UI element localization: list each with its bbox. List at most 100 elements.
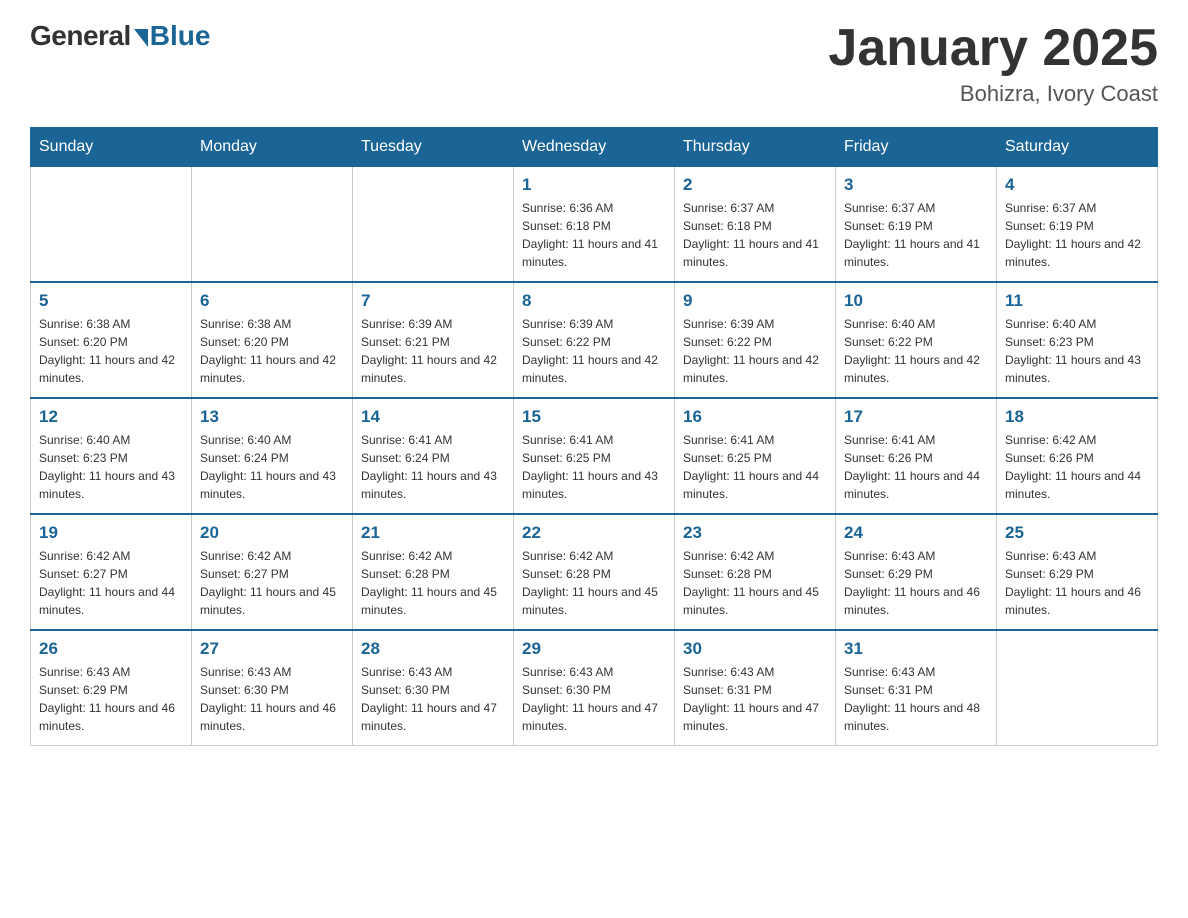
- calendar-day-cell: 21 Sunrise: 6:42 AM Sunset: 6:28 PM Dayli…: [353, 514, 514, 630]
- calendar-day-cell: 8Sunrise: 6:39 AM Sunset: 6:22 PM Daylig…: [514, 282, 675, 398]
- day-info: Sunrise: 6:40 AM Sunset: 6:23 PM Dayligh…: [39, 431, 183, 503]
- day-info: Sunrise: 6:43 AM Sunset: 6:31 PM Dayligh…: [683, 663, 827, 735]
- day-number: 27: [200, 639, 344, 659]
- day-number: 4: [1005, 175, 1149, 195]
- calendar-header-cell: Sunday: [31, 128, 192, 167]
- day-info: Sunrise: 6:41 AM Sunset: 6:24 PM Dayligh…: [361, 431, 505, 503]
- day-number: 2: [683, 175, 827, 195]
- calendar-day-cell: [353, 167, 514, 283]
- calendar-week-row: 5 Sunrise: 6:38 AM Sunset: 6:20 PM Daylig…: [31, 282, 1158, 398]
- day-number: 14: [361, 407, 505, 427]
- day-number: 5: [39, 291, 183, 311]
- day-info: Sunrise: 6:42 AM Sunset: 6:28 PM Dayligh…: [361, 547, 505, 619]
- day-number: 19: [39, 523, 183, 543]
- day-number: 26: [39, 639, 183, 659]
- calendar-day-cell: 18 Sunrise: 6:42 AM Sunset: 6:26 PM Dayli…: [997, 398, 1158, 514]
- calendar-day-cell: 24Sunrise: 6:43 AM Sunset: 6:29 PM Dayli…: [836, 514, 997, 630]
- calendar-header-cell: Saturday: [997, 128, 1158, 167]
- calendar-day-cell: 13 Sunrise: 6:40 AM Sunset: 6:24 PM Dayli…: [192, 398, 353, 514]
- day-number: 23: [683, 523, 827, 543]
- day-number: 31: [844, 639, 988, 659]
- calendar-day-cell: 20Sunrise: 6:42 AM Sunset: 6:27 PM Dayli…: [192, 514, 353, 630]
- logo: General Blue: [30, 20, 210, 52]
- day-number: 13: [200, 407, 344, 427]
- day-info: Sunrise: 6:38 AM Sunset: 6:20 PM Dayligh…: [200, 315, 344, 387]
- day-info: Sunrise: 6:41 AM Sunset: 6:25 PM Dayligh…: [522, 431, 666, 503]
- calendar-header-row: SundayMondayTuesdayWednesdayThursdayFrid…: [31, 128, 1158, 167]
- day-info: Sunrise: 6:42 AM Sunset: 6:28 PM Dayligh…: [683, 547, 827, 619]
- calendar-body: 1Sunrise: 6:36 AM Sunset: 6:18 PM Daylig…: [31, 167, 1158, 746]
- calendar-day-cell: 10 Sunrise: 6:40 AM Sunset: 6:22 PM Dayli…: [836, 282, 997, 398]
- calendar-day-cell: 9 Sunrise: 6:39 AM Sunset: 6:22 PM Daylig…: [675, 282, 836, 398]
- calendar-day-cell: 22 Sunrise: 6:42 AM Sunset: 6:28 PM Dayli…: [514, 514, 675, 630]
- day-info: Sunrise: 6:40 AM Sunset: 6:24 PM Dayligh…: [200, 431, 344, 503]
- day-info: Sunrise: 6:40 AM Sunset: 6:22 PM Dayligh…: [844, 315, 988, 387]
- calendar-day-cell: 30Sunrise: 6:43 AM Sunset: 6:31 PM Dayli…: [675, 630, 836, 746]
- day-number: 28: [361, 639, 505, 659]
- day-info: Sunrise: 6:38 AM Sunset: 6:20 PM Dayligh…: [39, 315, 183, 387]
- calendar-day-cell: 1Sunrise: 6:36 AM Sunset: 6:18 PM Daylig…: [514, 167, 675, 283]
- day-info: Sunrise: 6:42 AM Sunset: 6:26 PM Dayligh…: [1005, 431, 1149, 503]
- day-info: Sunrise: 6:42 AM Sunset: 6:27 PM Dayligh…: [39, 547, 183, 619]
- calendar-day-cell: 3 Sunrise: 6:37 AM Sunset: 6:19 PM Daylig…: [836, 167, 997, 283]
- title-section: January 2025 Bohizra, Ivory Coast: [828, 20, 1158, 107]
- calendar-day-cell: 16Sunrise: 6:41 AM Sunset: 6:25 PM Dayli…: [675, 398, 836, 514]
- day-info: Sunrise: 6:37 AM Sunset: 6:19 PM Dayligh…: [844, 199, 988, 271]
- day-number: 17: [844, 407, 988, 427]
- day-number: 22: [522, 523, 666, 543]
- day-number: 10: [844, 291, 988, 311]
- calendar-day-cell: 23 Sunrise: 6:42 AM Sunset: 6:28 PM Dayli…: [675, 514, 836, 630]
- day-number: 15: [522, 407, 666, 427]
- calendar-day-cell: 31Sunrise: 6:43 AM Sunset: 6:31 PM Dayli…: [836, 630, 997, 746]
- calendar-day-cell: [997, 630, 1158, 746]
- calendar-day-cell: 5 Sunrise: 6:38 AM Sunset: 6:20 PM Daylig…: [31, 282, 192, 398]
- calendar-day-cell: 26 Sunrise: 6:43 AM Sunset: 6:29 PM Dayli…: [31, 630, 192, 746]
- calendar-day-cell: 25Sunrise: 6:43 AM Sunset: 6:29 PM Dayli…: [997, 514, 1158, 630]
- day-info: Sunrise: 6:39 AM Sunset: 6:22 PM Dayligh…: [683, 315, 827, 387]
- day-info: Sunrise: 6:43 AM Sunset: 6:30 PM Dayligh…: [361, 663, 505, 735]
- day-number: 20: [200, 523, 344, 543]
- calendar-header-cell: Thursday: [675, 128, 836, 167]
- calendar-day-cell: 7Sunrise: 6:39 AM Sunset: 6:21 PM Daylig…: [353, 282, 514, 398]
- day-info: Sunrise: 6:41 AM Sunset: 6:26 PM Dayligh…: [844, 431, 988, 503]
- day-info: Sunrise: 6:43 AM Sunset: 6:30 PM Dayligh…: [200, 663, 344, 735]
- day-number: 12: [39, 407, 183, 427]
- calendar-week-row: 19 Sunrise: 6:42 AM Sunset: 6:27 PM Dayli…: [31, 514, 1158, 630]
- day-info: Sunrise: 6:36 AM Sunset: 6:18 PM Dayligh…: [522, 199, 666, 271]
- day-number: 9: [683, 291, 827, 311]
- calendar-week-row: 12 Sunrise: 6:40 AM Sunset: 6:23 PM Dayli…: [31, 398, 1158, 514]
- day-info: Sunrise: 6:43 AM Sunset: 6:29 PM Dayligh…: [39, 663, 183, 735]
- calendar-day-cell: 28 Sunrise: 6:43 AM Sunset: 6:30 PM Dayli…: [353, 630, 514, 746]
- day-number: 29: [522, 639, 666, 659]
- calendar-day-cell: 19 Sunrise: 6:42 AM Sunset: 6:27 PM Dayli…: [31, 514, 192, 630]
- calendar-day-cell: 2 Sunrise: 6:37 AM Sunset: 6:18 PM Daylig…: [675, 167, 836, 283]
- calendar-day-cell: 17 Sunrise: 6:41 AM Sunset: 6:26 PM Dayli…: [836, 398, 997, 514]
- day-info: Sunrise: 6:40 AM Sunset: 6:23 PM Dayligh…: [1005, 315, 1149, 387]
- day-number: 8: [522, 291, 666, 311]
- day-number: 21: [361, 523, 505, 543]
- calendar-day-cell: [192, 167, 353, 283]
- location-title: Bohizra, Ivory Coast: [828, 81, 1158, 107]
- calendar-header-cell: Tuesday: [353, 128, 514, 167]
- calendar-day-cell: 15 Sunrise: 6:41 AM Sunset: 6:25 PM Dayli…: [514, 398, 675, 514]
- calendar-day-cell: 29 Sunrise: 6:43 AM Sunset: 6:30 PM Dayli…: [514, 630, 675, 746]
- day-number: 3: [844, 175, 988, 195]
- calendar-day-cell: 6Sunrise: 6:38 AM Sunset: 6:20 PM Daylig…: [192, 282, 353, 398]
- calendar-header-cell: Wednesday: [514, 128, 675, 167]
- day-info: Sunrise: 6:41 AM Sunset: 6:25 PM Dayligh…: [683, 431, 827, 503]
- calendar-day-cell: 4 Sunrise: 6:37 AM Sunset: 6:19 PM Daylig…: [997, 167, 1158, 283]
- logo-blue-text: Blue: [150, 20, 211, 52]
- calendar-day-cell: 12 Sunrise: 6:40 AM Sunset: 6:23 PM Dayli…: [31, 398, 192, 514]
- day-info: Sunrise: 6:42 AM Sunset: 6:28 PM Dayligh…: [522, 547, 666, 619]
- calendar-week-row: 1Sunrise: 6:36 AM Sunset: 6:18 PM Daylig…: [31, 167, 1158, 283]
- calendar-table: SundayMondayTuesdayWednesdayThursdayFrid…: [30, 127, 1158, 746]
- day-info: Sunrise: 6:43 AM Sunset: 6:29 PM Dayligh…: [1005, 547, 1149, 619]
- month-title: January 2025: [828, 20, 1158, 77]
- logo-arrow-icon: [134, 29, 148, 47]
- day-info: Sunrise: 6:43 AM Sunset: 6:29 PM Dayligh…: [844, 547, 988, 619]
- day-info: Sunrise: 6:37 AM Sunset: 6:18 PM Dayligh…: [683, 199, 827, 271]
- day-number: 18: [1005, 407, 1149, 427]
- day-info: Sunrise: 6:43 AM Sunset: 6:30 PM Dayligh…: [522, 663, 666, 735]
- day-info: Sunrise: 6:37 AM Sunset: 6:19 PM Dayligh…: [1005, 199, 1149, 271]
- calendar-header-cell: Monday: [192, 128, 353, 167]
